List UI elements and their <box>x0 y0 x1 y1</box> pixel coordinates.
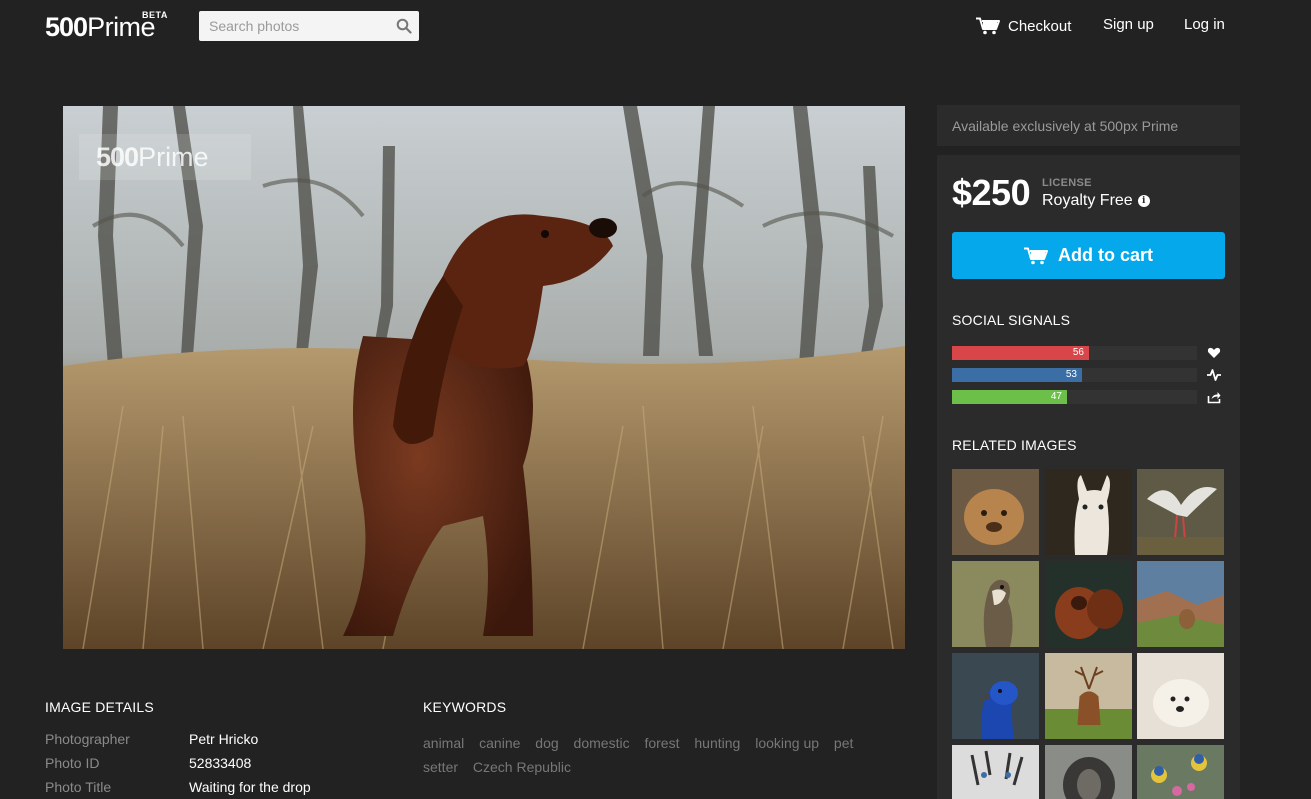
keyword-list: animal canine dog domestic forest huntin… <box>423 731 903 779</box>
keyword-tag[interactable]: forest <box>644 731 679 755</box>
watermark: 500 Prime <box>79 134 251 180</box>
related-image-storks[interactable] <box>1137 469 1224 555</box>
signal-bar-pulse: 53 <box>952 368 1197 382</box>
license-type: Royalty Free <box>1042 192 1133 209</box>
signal-fill-pulse: 53 <box>952 368 1082 382</box>
keyword-tag[interactable]: animal <box>423 731 464 755</box>
main-photo[interactable]: 500 Prime <box>63 106 905 649</box>
signal-fill-likes: 56 <box>952 346 1089 360</box>
price: $250 <box>952 172 1031 213</box>
info-icon[interactable]: i <box>1137 195 1150 207</box>
checkout-label: Checkout <box>1008 17 1072 35</box>
keyword-tag[interactable]: domestic <box>574 731 630 755</box>
exclusive-notice: Available exclusively at 500px Prime <box>937 105 1240 146</box>
related-images-title: RELATED IMAGES <box>952 437 1077 453</box>
keyword-tag[interactable]: pet <box>834 731 853 755</box>
related-image-polar-bear-cub[interactable] <box>1137 653 1224 739</box>
related-image-lion-cub[interactable] <box>952 469 1039 555</box>
dog-photo-illustration <box>63 106 905 649</box>
logo-number: 500 <box>45 12 88 42</box>
related-image-peacock[interactable] <box>952 653 1039 739</box>
add-to-cart-button[interactable]: Add to cart <box>952 232 1225 279</box>
related-image-falcon[interactable] <box>952 561 1039 647</box>
heart-icon[interactable] <box>1207 346 1221 360</box>
checkout-link[interactable]: Checkout <box>976 16 1071 36</box>
related-image-white-tiger[interactable] <box>952 745 1039 799</box>
license-value: Royalty Free i <box>1042 192 1150 210</box>
cart-icon <box>1023 247 1048 264</box>
related-image-blue-tits[interactable] <box>1137 745 1224 799</box>
pulse-icon[interactable] <box>1207 368 1221 382</box>
photo-title-label: Photo Title <box>45 779 112 795</box>
keyword-tag[interactable]: canine <box>479 731 520 755</box>
search-icon[interactable] <box>396 18 412 34</box>
logo[interactable]: 500Prime BETA <box>45 10 167 42</box>
share-icon[interactable] <box>1207 390 1221 404</box>
photo-title-value: Waiting for the drop <box>189 779 311 795</box>
signup-link[interactable]: Sign up <box>1103 16 1154 33</box>
keyword-tag[interactable]: looking up <box>755 731 819 755</box>
signal-bar-shares: 47 <box>952 390 1197 404</box>
watermark-number: 500 <box>96 141 139 172</box>
beta-badge: BETA <box>142 10 168 20</box>
keyword-tag[interactable]: Czech Republic <box>473 755 571 779</box>
add-to-cart-label: Add to cart <box>1057 245 1153 265</box>
login-link[interactable]: Log in <box>1184 16 1225 33</box>
related-image-monkey[interactable] <box>1045 745 1132 799</box>
photographer-value[interactable]: Petr Hricko <box>189 731 258 747</box>
photographer-label: Photographer <box>45 731 130 747</box>
keywords-title: KEYWORDS <box>423 699 507 715</box>
related-image-deer[interactable] <box>1045 653 1132 739</box>
keyword-tag[interactable]: hunting <box>694 731 740 755</box>
signal-bar-likes: 56 <box>952 346 1197 360</box>
related-image-llama[interactable] <box>1045 469 1132 555</box>
keyword-tag[interactable]: setter <box>423 755 458 779</box>
keyword-tag[interactable]: dog <box>535 731 558 755</box>
license-label: LICENSE <box>1042 177 1092 189</box>
related-image-squirrel-canyon[interactable] <box>1137 561 1224 647</box>
search-input[interactable] <box>199 11 419 41</box>
signal-fill-shares: 47 <box>952 390 1067 404</box>
cart-icon <box>976 17 1000 35</box>
image-details-title: IMAGE DETAILS <box>45 699 154 715</box>
top-navigation-bar: 500Prime BETA Checkout Sign up Log in <box>0 0 1311 52</box>
photo-id-label: Photo ID <box>45 755 100 771</box>
watermark-word: Prime <box>138 141 209 172</box>
social-signals-title: SOCIAL SIGNALS <box>952 312 1071 328</box>
purchase-panel: $250 LICENSE Royalty Free i Add to cart … <box>937 155 1240 799</box>
photo-id-value: 52833408 <box>189 755 252 771</box>
related-image-orangutans[interactable] <box>1045 561 1132 647</box>
